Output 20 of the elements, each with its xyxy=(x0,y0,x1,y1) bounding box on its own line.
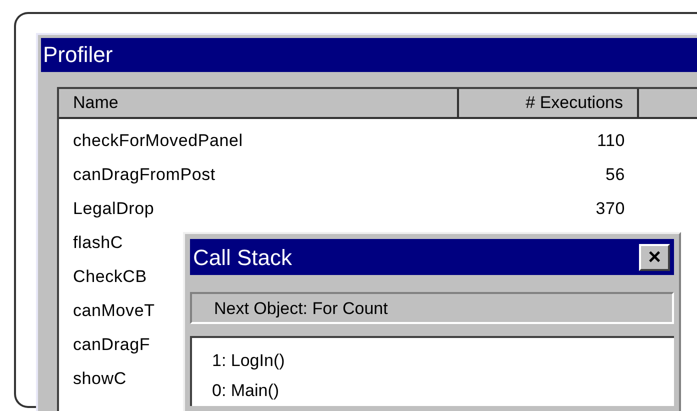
column-header[interactable]: # Executions xyxy=(459,89,639,119)
function-name-cell-text: checkForMovedPanel xyxy=(73,130,243,152)
function-name-cell-text: LegalDrop xyxy=(73,198,154,220)
next-object-label: Next Object: For Count xyxy=(190,292,674,324)
function-name-cell-text: CheckCB xyxy=(73,266,147,288)
window-title: Profiler xyxy=(41,38,697,72)
function-name-cell-text: showC xyxy=(73,368,126,390)
function-name-cell-text: canDragFromPost xyxy=(73,164,216,186)
executions-cell-text: 56 xyxy=(604,164,626,186)
function-name-cell-text: canDragF xyxy=(73,334,150,356)
stack-entry[interactable]: 1: LogIn() xyxy=(212,346,674,376)
function-name-cell-text: canMoveT xyxy=(73,300,155,322)
close-button[interactable]: × xyxy=(639,244,670,270)
executions-cell-text: 370 xyxy=(594,198,626,220)
stack-entry[interactable]: 0: Main() xyxy=(212,376,674,406)
column-header[interactable]: Name xyxy=(59,89,459,119)
executions-cell-text: 110 xyxy=(596,130,626,152)
dialog-title: Call Stack xyxy=(193,244,292,272)
column-header[interactable] xyxy=(639,89,697,119)
function-name-cell-text: flashC xyxy=(73,232,123,254)
